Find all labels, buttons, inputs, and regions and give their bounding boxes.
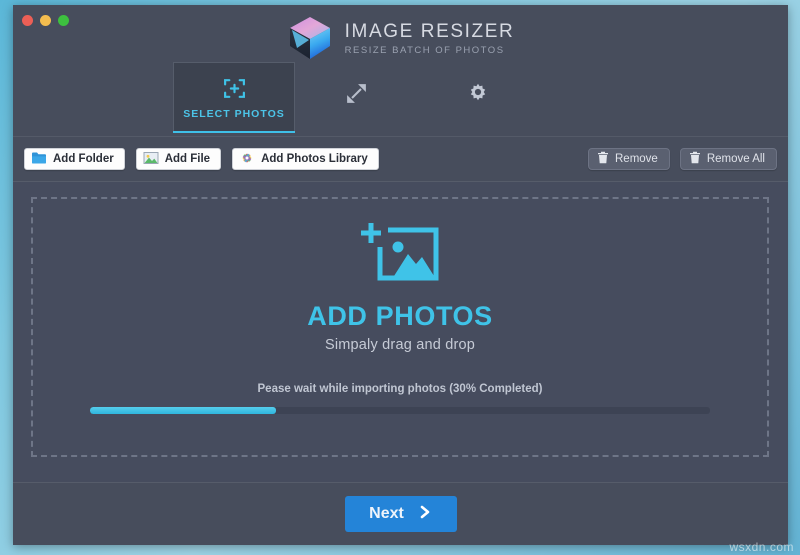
remove-all-button[interactable]: Remove All: [679, 148, 777, 170]
dropzone-title: ADD PHOTOS: [307, 301, 493, 331]
add-file-button[interactable]: Add File: [135, 148, 222, 170]
add-photos-library-label: Add Photos Library: [261, 153, 368, 165]
cube-logo-icon: [289, 17, 330, 59]
watermark: wsxdn.com: [729, 540, 794, 554]
remove-button[interactable]: Remove: [588, 148, 670, 170]
add-photo-icon: [358, 221, 442, 292]
import-progress-fill: [90, 407, 276, 414]
app-branding: IMAGE RESIZER RESIZE BATCH OF PHOTOS: [13, 14, 788, 62]
remove-all-label: Remove All: [706, 153, 765, 165]
photos-library-icon: [239, 150, 255, 169]
action-toolbar: Add Folder Add File Add Photos Library R…: [13, 137, 788, 182]
import-progress-bar: [90, 407, 710, 414]
app-window: IMAGE RESIZER RESIZE BATCH OF PHOTOS SEL…: [13, 5, 788, 545]
import-status-text: Pease wait while importing photos (30% C…: [257, 383, 543, 395]
next-button-label: Next: [369, 505, 404, 522]
trash-icon: [689, 151, 701, 167]
chevron-right-icon: [418, 504, 432, 525]
dropzone-subtitle: Simpaly drag and drop: [324, 337, 476, 353]
remove-label: Remove: [615, 153, 658, 165]
tab-bar: SELECT PHOTOS: [13, 62, 788, 137]
photo-dropzone[interactable]: ADD PHOTOS Simpaly drag and drop Pease w…: [31, 197, 769, 457]
next-button[interactable]: Next: [344, 496, 457, 532]
folder-icon: [31, 151, 47, 168]
tab-select-photos-label: SELECT PHOTOS: [183, 108, 285, 120]
add-folder-label: Add Folder: [53, 153, 114, 165]
image-file-icon: [143, 151, 159, 168]
trash-icon: [597, 151, 609, 167]
desktop-backdrop: IMAGE RESIZER RESIZE BATCH OF PHOTOS SEL…: [0, 0, 800, 555]
tab-select-photos[interactable]: SELECT PHOTOS: [173, 62, 295, 133]
app-subtitle: RESIZE BATCH OF PHOTOS: [344, 45, 505, 57]
app-title: IMAGE RESIZER: [344, 21, 515, 43]
resize-arrows-icon: [344, 81, 369, 107]
tab-settings[interactable]: [417, 62, 539, 132]
add-folder-button[interactable]: Add Folder: [24, 148, 125, 170]
select-photos-icon: [222, 75, 247, 101]
main-content: ADD PHOTOS Simpaly drag and drop Pease w…: [13, 182, 788, 482]
tab-resize[interactable]: [295, 62, 417, 132]
footer-bar: Next: [13, 482, 788, 545]
add-file-label: Add File: [164, 153, 211, 165]
add-photos-library-button[interactable]: Add Photos Library: [232, 148, 379, 170]
gear-icon: [466, 81, 490, 107]
